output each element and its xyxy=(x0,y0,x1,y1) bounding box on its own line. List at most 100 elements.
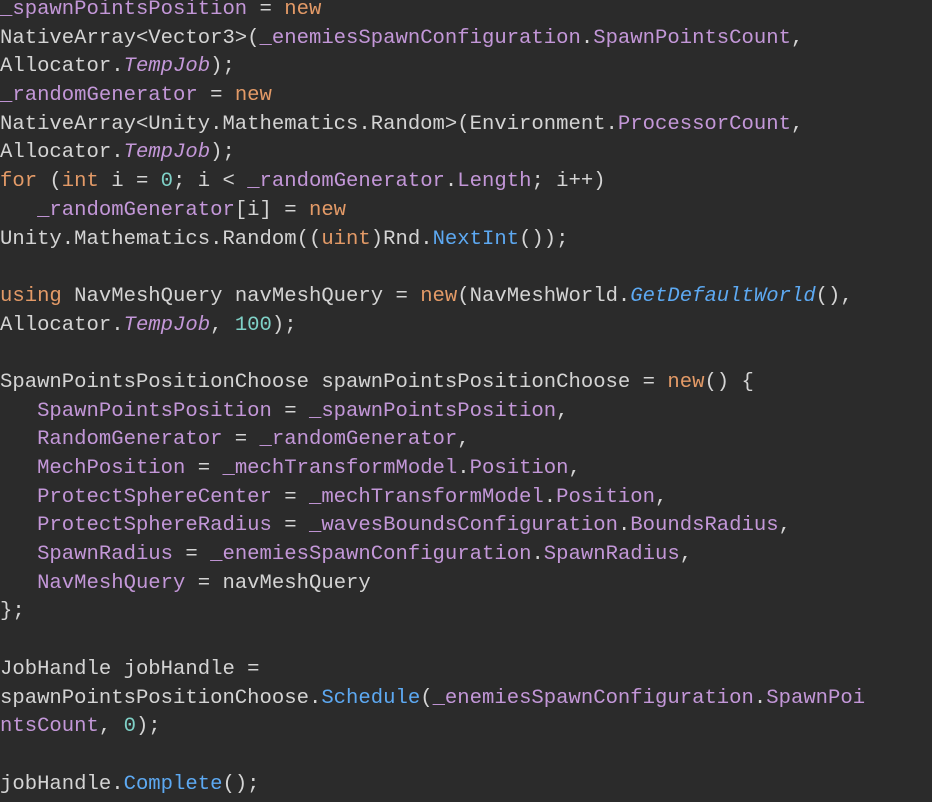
code-token: = xyxy=(185,457,223,480)
code-line: _randomGenerator = new xyxy=(0,82,932,111)
code-token: jobHandle. xyxy=(0,772,124,796)
code-token: , xyxy=(210,313,235,337)
code-token: new xyxy=(284,0,322,21)
code-line: Unity.Mathematics.Random((uint)Rnd.NextI… xyxy=(0,226,932,255)
code-line: NativeArray<Vector3>(_enemiesSpawnConfig… xyxy=(0,25,932,54)
code-token: i = xyxy=(98,170,161,194)
code-token: (), xyxy=(815,284,853,308)
code-token: spawnPointsPositionChoose. xyxy=(0,686,322,710)
code-token: NextInt xyxy=(432,227,520,251)
code-token: ntsCount xyxy=(0,715,99,739)
code-token: NavMeshQuery xyxy=(37,571,186,595)
code-token: ProtectSphereCenter xyxy=(37,485,272,509)
code-token: new xyxy=(667,370,705,394)
code-token: TempJob xyxy=(123,141,211,165)
code-line: }; xyxy=(0,598,932,627)
code-line: JobHandle jobHandle = xyxy=(0,656,932,685)
code-token: , xyxy=(679,543,693,567)
code-token: = xyxy=(271,514,309,538)
code-token: , xyxy=(778,514,791,538)
code-token: _wavesBoundsConfiguration xyxy=(308,514,618,538)
code-line: jobHandle.Complete(); xyxy=(0,771,932,800)
code-token: () { xyxy=(704,370,754,394)
code-token: new xyxy=(234,84,272,108)
code-token: Allocator. xyxy=(0,55,124,79)
code-token: new xyxy=(420,284,458,308)
code-token: , xyxy=(556,399,569,423)
code-token: Schedule xyxy=(321,686,421,710)
code-line: ProtectSphereRadius = _wavesBoundsConfig… xyxy=(0,512,932,541)
code-token: SpawnPointsPositionChoose spawnPointsPos… xyxy=(0,370,668,394)
code-token: ProtectSphereRadius xyxy=(37,514,272,538)
code-token: _randomGenerator xyxy=(37,198,235,222)
code-token: Allocator. xyxy=(0,141,124,165)
code-token: new xyxy=(308,198,347,222)
code-token: SpawnPointsCount xyxy=(593,26,791,50)
code-token: BoundsRadius xyxy=(630,514,779,538)
code-token: TempJob xyxy=(123,55,211,79)
code-token: = xyxy=(247,0,285,21)
code-line: SpawnRadius = _enemiesSpawnConfiguration… xyxy=(0,541,932,570)
code-line: for (int i = 0; i < _randomGenerator.Len… xyxy=(0,168,932,197)
code-token: , xyxy=(790,26,804,50)
code-line: SpawnPointsPosition = _spawnPointsPositi… xyxy=(0,398,932,427)
code-token: _mechTransformModel xyxy=(222,457,458,480)
code-token: _enemiesSpawnConfiguration xyxy=(432,686,754,710)
code-token: )Rnd. xyxy=(370,227,433,251)
code-line: _randomGenerator[i] = new xyxy=(0,197,932,226)
code-token: using xyxy=(0,284,62,308)
code-token: . xyxy=(753,686,767,710)
code-line: _spawnPointsPosition = new xyxy=(0,0,932,25)
code-token: Complete xyxy=(123,772,223,796)
code-token: = xyxy=(197,84,235,108)
code-token: . xyxy=(617,514,631,538)
code-token: NavMeshQuery navMeshQuery = xyxy=(61,284,421,308)
code-line: Allocator.TempJob, 100); xyxy=(0,312,932,341)
code-token: 100 xyxy=(234,313,272,337)
code-editor[interactable]: _spawnPointsPosition = new NativeArray<Ve… xyxy=(0,0,932,799)
code-token: , xyxy=(790,112,804,136)
code-token: SpawnRadius xyxy=(543,543,680,567)
code-token: ( xyxy=(420,686,433,710)
code-token: uint xyxy=(321,227,371,251)
code-line: spawnPointsPositionChoose.Schedule(_enem… xyxy=(0,685,932,714)
code-token: ( xyxy=(37,170,62,194)
code-token: (); xyxy=(222,772,260,796)
code-token: SpawnPoi xyxy=(766,686,866,710)
code-token: Unity.Mathematics.Random(( xyxy=(0,227,322,251)
code-token: ProcessorCount xyxy=(617,112,791,136)
code-token: _enemiesSpawnConfiguration xyxy=(259,26,581,50)
code-token: ); xyxy=(210,55,235,79)
code-token: . xyxy=(444,170,458,194)
code-token: Length xyxy=(457,170,532,194)
code-token: NativeArray<Unity.Mathematics.Random>(En… xyxy=(0,112,618,136)
code-token: = xyxy=(271,485,309,509)
code-token: (NavMeshWorld. xyxy=(457,284,631,308)
code-token: ); xyxy=(135,715,161,739)
code-line: using NavMeshQuery navMeshQuery = new(Na… xyxy=(0,283,932,312)
code-token: _spawnPointsPosition xyxy=(308,399,557,423)
code-token: ); xyxy=(210,141,235,165)
code-line: NavMeshQuery = navMeshQuery xyxy=(0,570,932,599)
code-token: 0 xyxy=(160,170,174,194)
code-token: for xyxy=(0,170,38,194)
code-token: = xyxy=(222,428,260,452)
code-token: _spawnPointsPosition xyxy=(0,0,248,21)
code-token: = navMeshQuery xyxy=(185,571,371,595)
code-token: TempJob xyxy=(123,313,211,337)
code-token: }; xyxy=(0,600,25,624)
code-line: NativeArray<Unity.Mathematics.Random>(En… xyxy=(0,111,932,140)
code-token: _randomGenerator xyxy=(259,428,458,452)
code-line: SpawnPointsPositionChoose spawnPointsPos… xyxy=(0,369,932,398)
code-token: MechPosition xyxy=(37,457,186,480)
code-token: NativeArray<Vector3>( xyxy=(0,26,260,50)
code-token: , xyxy=(98,715,124,739)
code-line: RandomGenerator = _randomGenerator, xyxy=(0,426,932,455)
code-line: ProtectSphereCenter = _mechTransformMode… xyxy=(0,484,932,513)
